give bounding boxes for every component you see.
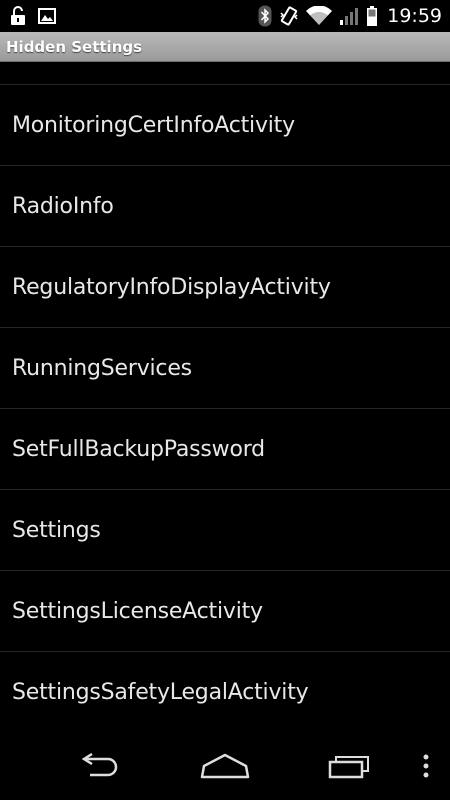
list-item[interactable]: SettingsSafetyLegalActivity [0, 652, 450, 732]
image-icon [38, 8, 56, 24]
action-bar: Hidden Settings [0, 32, 450, 62]
list-item-label: MonitoringCertInfoActivity [12, 112, 295, 138]
list-item-label: RadioInfo [12, 193, 114, 219]
list-item[interactable]: RunningServices [0, 328, 450, 409]
list-partial-row [0, 62, 450, 85]
screen: 19:59 Hidden Settings MonitoringCertInfo… [0, 0, 450, 800]
home-icon [200, 753, 250, 779]
recent-apps-button[interactable] [310, 732, 390, 800]
back-icon [78, 753, 122, 779]
status-bar: 19:59 [0, 0, 450, 32]
overflow-menu-icon [422, 754, 430, 778]
signal-icon [339, 6, 359, 26]
bluetooth-icon [258, 5, 272, 27]
list-item[interactable]: SetFullBackupPassword [0, 409, 450, 490]
list-item[interactable]: SettingsLicenseActivity [0, 571, 450, 652]
settings-list[interactable]: MonitoringCertInfoActivity RadioInfo Reg… [0, 62, 450, 732]
list-item-label: RunningServices [12, 355, 192, 381]
back-button[interactable] [60, 732, 140, 800]
list-item[interactable]: Settings [0, 490, 450, 571]
recent-apps-icon [328, 753, 372, 779]
status-right-icons: 19:59 [258, 0, 444, 32]
list-item[interactable]: RegulatoryInfoDisplayActivity [0, 247, 450, 328]
list-item[interactable]: MonitoringCertInfoActivity [0, 85, 450, 166]
navigation-bar [0, 732, 450, 800]
list-item-label: Settings [12, 517, 101, 543]
wifi-icon [306, 6, 333, 26]
status-time: 19:59 [387, 5, 442, 27]
list-item-label: SettingsLicenseActivity [12, 598, 263, 624]
list-item-label: SetFullBackupPassword [12, 436, 265, 462]
status-left-icons [10, 5, 56, 27]
battery-icon [366, 5, 378, 27]
list-item-label: SettingsSafetyLegalActivity [12, 679, 309, 705]
vibrate-icon [279, 5, 299, 27]
list-item[interactable]: RadioInfo [0, 166, 450, 247]
overflow-menu-button[interactable] [412, 732, 440, 800]
page-title: Hidden Settings [6, 38, 143, 56]
home-button[interactable] [185, 732, 265, 800]
list-item-label: RegulatoryInfoDisplayActivity [12, 274, 331, 300]
unlock-icon [10, 6, 26, 26]
